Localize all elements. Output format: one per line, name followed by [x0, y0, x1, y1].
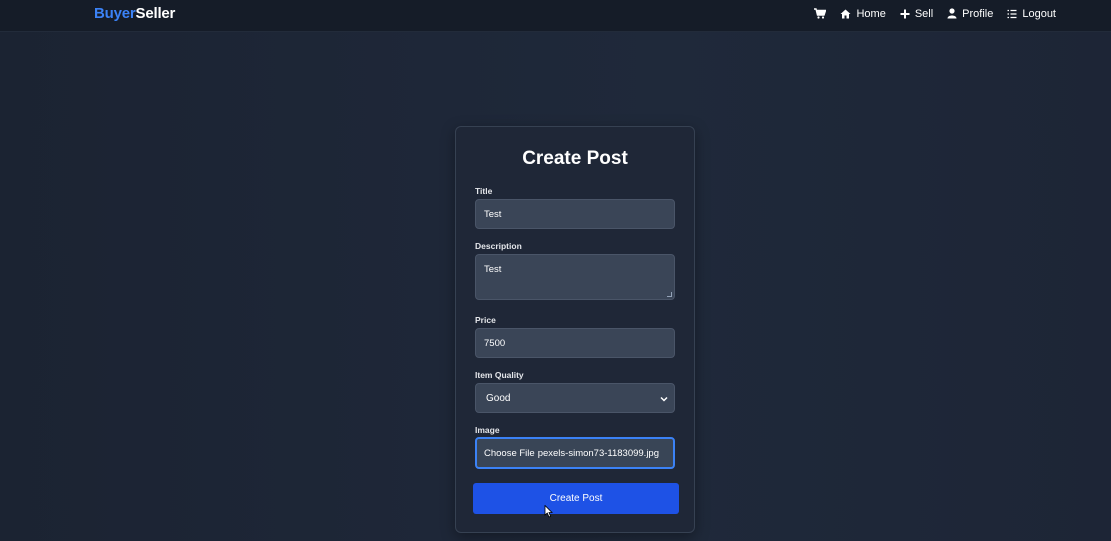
mouse-pointer-icon — [544, 504, 553, 523]
description-value: Test — [484, 264, 502, 275]
nav-home-label: Home — [856, 7, 886, 20]
create-post-button-label: Create Post — [549, 493, 603, 504]
quality-label: Item Quality — [475, 370, 524, 380]
user-icon — [947, 8, 957, 19]
brand-logo[interactable]: BuyerSeller — [94, 5, 175, 22]
chevron-down-icon — [660, 394, 668, 405]
choose-file-button[interactable]: Choose File — [484, 448, 535, 459]
price-input[interactable]: 7500 — [475, 328, 675, 358]
create-post-card: Create Post Title Test Description Test … — [455, 126, 695, 533]
nav-profile[interactable]: Profile — [947, 8, 993, 20]
navbar: BuyerSeller Home Sell Profile Logout — [0, 0, 1111, 32]
title-input-value: Test — [484, 208, 502, 220]
home-icon — [840, 9, 851, 19]
image-file-input[interactable]: Choose File pexels-simon73-1183099.jpg — [475, 437, 675, 469]
quality-select[interactable]: Good — [475, 383, 675, 413]
nav-sell-label: Sell — [914, 7, 934, 20]
image-filename: pexels-simon73-1183099.jpg — [537, 447, 659, 459]
title-label: Title — [475, 186, 493, 196]
price-input-value: 7500 — [484, 337, 506, 349]
quality-select-value: Good — [486, 392, 511, 404]
title-input[interactable]: Test — [475, 199, 675, 229]
description-textarea[interactable]: Test — [475, 254, 675, 300]
cart-icon — [814, 8, 827, 19]
list-icon — [1007, 9, 1017, 19]
brand-part-buyer: Buyer — [94, 5, 136, 22]
plus-icon — [900, 9, 910, 19]
image-label: Image — [475, 425, 500, 435]
nav-sell[interactable]: Sell — [900, 8, 933, 20]
description-label: Description — [475, 241, 522, 251]
nav-profile-label: Profile — [962, 7, 994, 20]
nav-links: Home Sell Profile Logout — [814, 0, 1056, 27]
nav-home[interactable]: Home — [840, 7, 886, 20]
brand-part-seller: Seller — [135, 5, 176, 22]
price-label: Price — [475, 315, 496, 325]
resize-handle-icon[interactable] — [667, 292, 672, 297]
nav-cart[interactable] — [814, 8, 827, 19]
create-post-button[interactable]: Create Post — [473, 483, 679, 514]
form-heading: Create Post — [522, 148, 628, 169]
nav-logout-label: Logout — [1022, 7, 1056, 20]
nav-logout[interactable]: Logout — [1007, 8, 1056, 20]
